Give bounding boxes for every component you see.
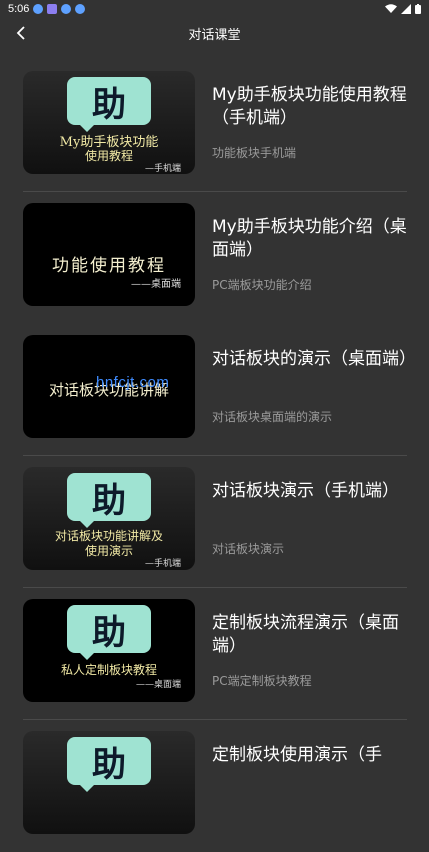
list-item[interactable]: 助 私人定制板块教程 ——桌面端 定制板块流程演示（桌面端） PC端定制板块教程	[0, 588, 429, 720]
video-thumbnail: 助 My助手板块功能 使用教程 —手机端	[23, 71, 195, 174]
assistant-logo-icon: 助	[67, 77, 151, 132]
thumb-text: 功能使用教程	[52, 256, 166, 276]
item-subtitle: PC端定制板块教程	[212, 674, 312, 688]
video-thumbnail: 助	[23, 731, 195, 834]
thumb-subtext: ——桌面端	[135, 680, 181, 690]
list-item[interactable]: 对话板块功能讲解 对话板块的演示（桌面端） 对话板块桌面端的演示	[0, 324, 429, 456]
list-item[interactable]: 助 对话板块功能讲解及 使用演示 —手机端 对话板块演示（手机端） 对话板块演示	[0, 456, 429, 588]
assistant-logo-icon: 助	[67, 605, 151, 660]
thumb-subtext: —手机端	[144, 559, 181, 569]
item-title: My助手板块功能使用教程（手机端）	[212, 85, 407, 128]
item-subtitle: PC端板块功能介绍	[212, 278, 312, 292]
back-arrow-icon	[16, 26, 25, 40]
app-notification-icon	[47, 4, 58, 14]
video-thumbnail: 助 私人定制板块教程 ——桌面端	[23, 599, 195, 702]
thumb-subtext: —手机端	[144, 164, 181, 174]
item-subtitle: 对话板块桌面端的演示	[212, 410, 333, 424]
wifi-icon	[385, 4, 397, 13]
list-item[interactable]: 助 定制板块使用演示（手	[0, 720, 429, 852]
course-list: 助 My助手板块功能 使用教程 —手机端 My助手板块功能使用教程（手机端） 功…	[0, 60, 429, 852]
notification-icon	[33, 4, 44, 14]
video-thumbnail: 助 对话板块功能讲解及 使用演示 —手机端	[23, 467, 195, 570]
item-subtitle: 功能板块手机端	[212, 146, 297, 160]
item-title: 对话板块的演示（桌面端）	[212, 349, 416, 369]
assistant-logo-icon: 助	[67, 737, 151, 792]
video-thumbnail: 功能使用教程 ——桌面端	[23, 203, 195, 306]
signal-icon	[401, 4, 411, 14]
battery-icon	[415, 4, 421, 14]
list-item[interactable]: 助 My助手板块功能 使用教程 —手机端 My助手板块功能使用教程（手机端） 功…	[0, 60, 429, 192]
status-left: 5:06	[8, 3, 86, 15]
thumb-text: 私人定制板块教程	[60, 663, 157, 677]
list-item[interactable]: 功能使用教程 ——桌面端 My助手板块功能介绍（桌面端） PC端板块功能介绍	[0, 192, 429, 324]
item-title: 定制板块流程演示（桌面端）	[212, 613, 399, 656]
status-bar: 5:06	[0, 0, 429, 18]
thumb-subtext: ——桌面端	[131, 279, 181, 290]
toolbar: 对话课堂	[0, 18, 429, 48]
item-title: 定制板块使用演示（手	[212, 745, 382, 765]
item-subtitle: 对话板块演示	[212, 542, 285, 556]
page-title: 对话课堂	[188, 27, 241, 43]
item-title: 对话板块演示（手机端）	[212, 481, 399, 501]
status-time: 5:06	[8, 3, 30, 15]
status-right	[385, 4, 421, 14]
assistant-logo-icon: 助	[67, 473, 151, 528]
back-button[interactable]	[10, 22, 32, 44]
download-icon-2	[75, 4, 86, 14]
watermark-text: hnfcjt.com	[96, 374, 170, 391]
download-icon	[61, 4, 72, 14]
item-title: My助手板块功能介绍（桌面端）	[212, 217, 407, 260]
